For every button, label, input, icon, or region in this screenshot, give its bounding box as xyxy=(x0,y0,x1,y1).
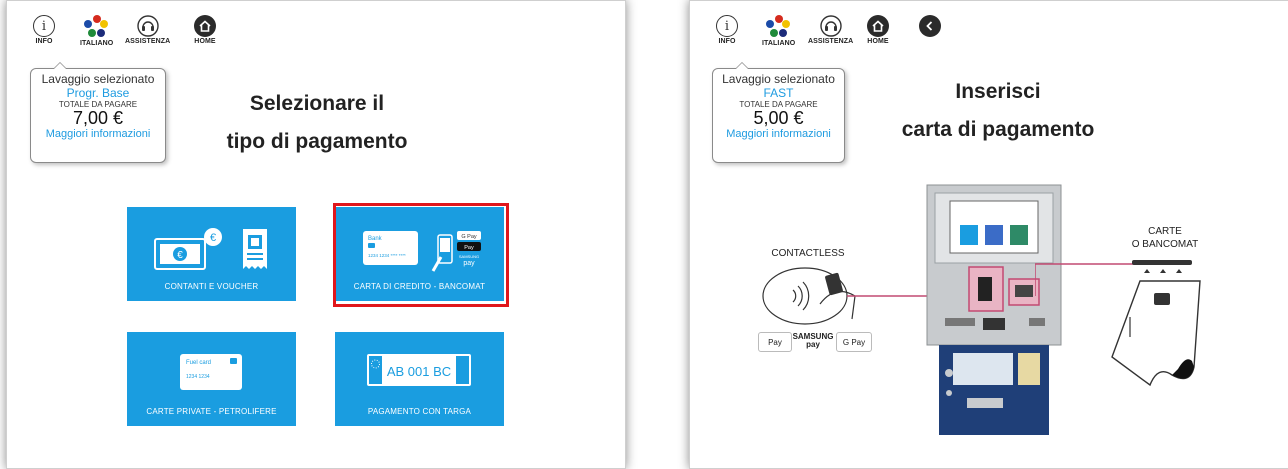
selected-program: FAST xyxy=(763,86,794,100)
top-toolbar: i INFO ITALIANO ASSISTENZA HOME xyxy=(7,1,625,63)
language-button[interactable]: ITALIANO xyxy=(762,15,795,47)
page-title: Inserisci carta di pagamento xyxy=(868,73,1128,149)
card-bancomat-label: CARTE O BANCOMAT xyxy=(1120,225,1210,251)
tooltip-title: Lavaggio selezionato xyxy=(722,72,835,86)
info-label: INFO xyxy=(35,38,53,45)
fuel-card-icon: Fuel card 1234 1234 xyxy=(180,354,242,390)
flags-icon xyxy=(765,15,792,39)
chevron-left-icon xyxy=(919,15,941,37)
insert-card-screen: i INFO ITALIANO ASSISTENZA HOME Lavaggio… xyxy=(689,0,1288,469)
total-amount: 5,00 € xyxy=(753,108,804,128)
svg-text:€: € xyxy=(177,250,183,261)
assistance-label: ASSISTENZA xyxy=(125,38,171,45)
tile-private-cards[interactable]: Fuel card 1234 1234 CARTE PRIVATE - PETR… xyxy=(127,332,296,426)
apple-pay-badge: Pay xyxy=(758,332,792,352)
tile-label: CONTANTI E VOUCHER xyxy=(164,282,259,291)
samsung-pay-text: SAMSUNG pay xyxy=(792,332,834,349)
more-info-link[interactable]: Maggiori informazioni xyxy=(35,128,161,140)
home-label: HOME xyxy=(867,38,889,45)
license-plate-icon: AB 001 BC xyxy=(367,354,471,386)
assistance-button[interactable]: ASSISTENZA xyxy=(125,15,170,45)
svg-text:€: € xyxy=(210,232,216,244)
assistance-button[interactable]: ASSISTENZA xyxy=(808,15,853,45)
selected-program: Progr. Base xyxy=(66,86,130,100)
tile-label: PAGAMENTO CON TARGA xyxy=(367,407,472,416)
headset-icon xyxy=(136,15,159,37)
headset-icon xyxy=(819,15,842,37)
tile-license-plate[interactable]: AB 001 BC PAGAMENTO CON TARGA xyxy=(335,332,504,426)
home-button[interactable]: HOME xyxy=(867,15,889,45)
google-pay-badge: G Pay xyxy=(836,332,872,352)
title-line-2: carta di pagamento xyxy=(901,118,1095,141)
top-toolbar: i INFO ITALIANO ASSISTENZA HOME xyxy=(690,1,1288,63)
info-button[interactable]: i INFO xyxy=(33,15,55,45)
language-button[interactable]: ITALIANO xyxy=(80,15,113,47)
total-amount: 7,00 € xyxy=(72,108,124,128)
carte-line-2: O BANCOMAT xyxy=(1131,239,1199,250)
title-line-1: Inserisci xyxy=(955,80,1041,103)
fuel-card-text: Fuel card xyxy=(186,360,211,366)
kiosk-machine-icon xyxy=(926,184,1062,435)
tile-cash-voucher[interactable]: € € CONTANTI E VOUCHER xyxy=(127,207,296,301)
page-title: Selezionare il tipo di pagamento xyxy=(197,85,437,161)
assistance-label: ASSISTENZA xyxy=(808,38,854,45)
home-label: HOME xyxy=(194,38,216,45)
selected-wash-tooltip: Lavaggio selezionato FAST TOTALE DA PAGA… xyxy=(712,62,845,163)
info-icon: i xyxy=(33,15,55,37)
cash-voucher-icon: € € xyxy=(154,228,267,270)
tooltip-title: Lavaggio selezionato xyxy=(41,72,155,86)
info-icon: i xyxy=(716,15,738,37)
title-line-1: Selezionare il xyxy=(249,92,385,115)
samsung-pay-badge: SAMSUNG pay xyxy=(792,332,834,350)
title-line-2: tipo di pagamento xyxy=(226,130,408,153)
flags-icon xyxy=(83,15,110,39)
card-insert-icon xyxy=(1111,260,1201,387)
info-button[interactable]: i INFO xyxy=(716,15,738,45)
contactless-label: CONTACTLESS xyxy=(771,248,845,259)
selection-highlight xyxy=(333,203,509,307)
tile-label: CARTE PRIVATE - PETROLIFERE xyxy=(146,407,277,416)
fuel-card-number: 1234 1234 xyxy=(186,374,210,380)
selected-wash-tooltip: Lavaggio selezionato Progr. Base TOTALE … xyxy=(30,62,166,163)
info-label: INFO xyxy=(718,38,736,45)
carte-line-1: CARTE xyxy=(1148,226,1182,237)
home-icon xyxy=(194,15,216,37)
language-label: ITALIANO xyxy=(762,40,796,47)
home-button[interactable]: HOME xyxy=(194,15,216,45)
language-label: ITALIANO xyxy=(80,40,114,47)
plate-number-text: AB 001 BC xyxy=(387,364,451,379)
payment-selection-screen: i INFO ITALIANO ASSISTENZA HOME Lavaggio… xyxy=(6,0,626,469)
more-info-link[interactable]: Maggiori informazioni xyxy=(717,128,840,140)
home-icon xyxy=(867,15,889,37)
google-pay-text: G Pay xyxy=(842,337,866,347)
apple-pay-text: Pay xyxy=(768,337,782,347)
back-button[interactable] xyxy=(919,15,941,37)
